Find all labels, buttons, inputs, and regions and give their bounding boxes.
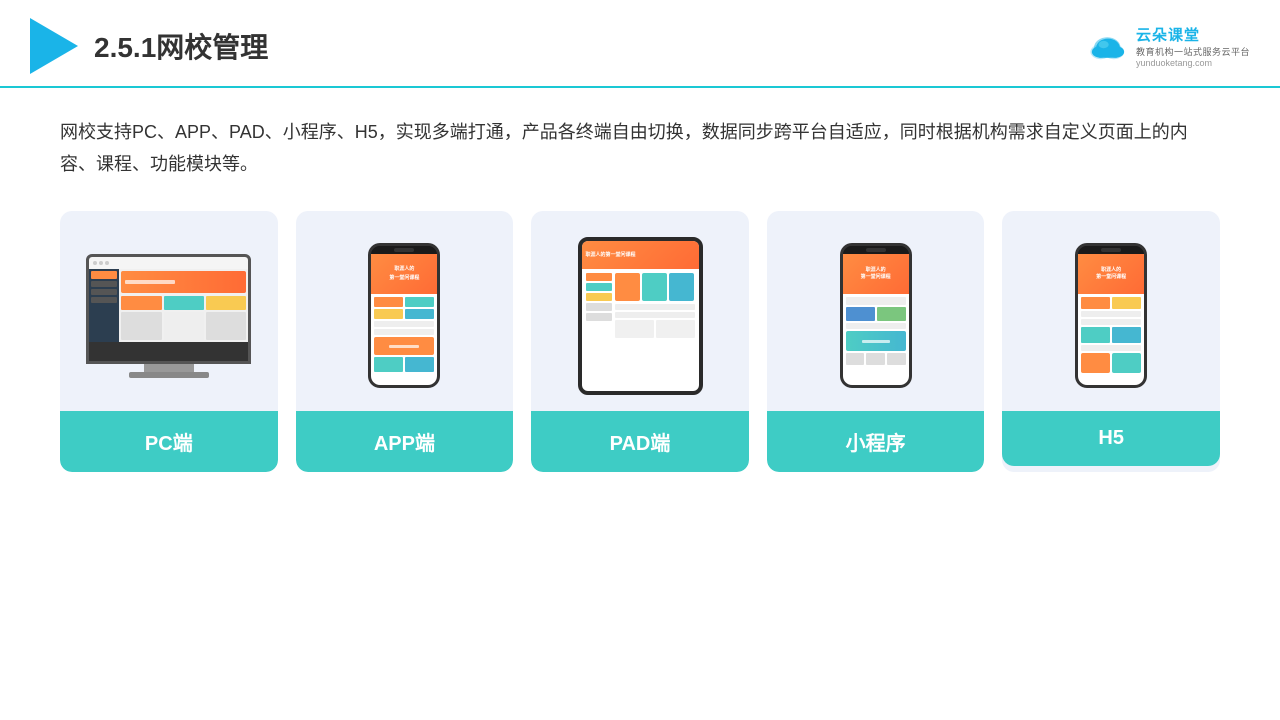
pc-mockup — [84, 254, 254, 378]
card-miniapp-image: 职涯人的 第一堂问课程 — [767, 211, 985, 411]
card-miniapp-label-text: 小程序 — [846, 433, 906, 455]
card-pad-image: 职涯人的第一堂问课程 — [531, 211, 749, 411]
card-pad-label-text: PAD端 — [610, 433, 671, 455]
card-pc-label-text: PC端 — [145, 433, 193, 455]
brand-slogan: 教育机构一站式服务云平台 — [1136, 45, 1250, 58]
brand-name: 云朵课堂 — [1136, 24, 1200, 45]
logo-triangle-icon — [30, 18, 78, 74]
card-pad: 职涯人的第一堂问课程 — [531, 211, 749, 472]
phone-body-app: 职涯人的 第一堂问课程 — [368, 243, 440, 388]
phone-notch-h5 — [1078, 246, 1144, 254]
card-h5-label: H5 — [1002, 411, 1220, 466]
phone-body-h5: 职涯人的 第一堂问课程 — [1075, 243, 1147, 388]
phone-notch-miniapp — [843, 246, 909, 254]
cloud-icon — [1086, 31, 1130, 61]
card-miniapp: 职涯人的 第一堂问课程 — [767, 211, 985, 472]
tablet-body: 职涯人的第一堂问课程 — [578, 237, 703, 395]
card-pc-label: PC端 — [60, 411, 278, 472]
card-app: 职涯人的 第一堂问课程 — [296, 211, 514, 472]
card-pc-image — [60, 211, 278, 411]
card-pad-label: PAD端 — [531, 411, 749, 472]
pc-screen — [86, 254, 251, 364]
header-left: 2.5.1网校管理 — [30, 18, 268, 74]
cards-container: PC端 职涯人的 第一堂问课程 — [60, 211, 1220, 472]
phone-mockup-miniapp: 职涯人的 第一堂问课程 — [838, 243, 913, 388]
card-h5-label-text: H5 — [1098, 427, 1124, 449]
card-h5: 职涯人的 第一堂问课程 — [1002, 211, 1220, 472]
card-h5-image: 职涯人的 第一堂问课程 — [1002, 211, 1220, 411]
tablet-mockup: 职涯人的第一堂问课程 — [575, 237, 705, 395]
card-miniapp-label: 小程序 — [767, 411, 985, 472]
tablet-screen: 职涯人的第一堂问课程 — [582, 241, 699, 391]
brand-text: 云朵课堂 教育机构一站式服务云平台 yunduoketang.com — [1136, 24, 1250, 68]
card-app-image: 职涯人的 第一堂问课程 — [296, 211, 514, 411]
phone-notch — [371, 246, 437, 254]
card-pc: PC端 — [60, 211, 278, 472]
phone-mockup-h5: 职涯人的 第一堂问课程 — [1074, 243, 1149, 388]
phone-mockup-app: 职涯人的 第一堂问课程 — [367, 243, 442, 388]
phone-body-miniapp: 职涯人的 第一堂问课程 — [840, 243, 912, 388]
main-content: 网校支持PC、APP、PAD、小程序、H5，实现多端打通，产品各终端自由切换，数… — [0, 88, 1280, 492]
page-title: 2.5.1网校管理 — [94, 26, 268, 66]
card-app-label: APP端 — [296, 411, 514, 472]
header-right: 云朵课堂 教育机构一站式服务云平台 yunduoketang.com — [1086, 24, 1250, 68]
brand-logo: 云朵课堂 教育机构一站式服务云平台 yunduoketang.com — [1086, 24, 1250, 68]
brand-url: yunduoketang.com — [1136, 58, 1212, 68]
card-app-label-text: APP端 — [374, 433, 435, 455]
header: 2.5.1网校管理 云朵课堂 教育机构一站式服务云平台 yunduoketang… — [0, 0, 1280, 88]
description-text: 网校支持PC、APP、PAD、小程序、H5，实现多端打通，产品各终端自由切换，数… — [60, 116, 1220, 181]
